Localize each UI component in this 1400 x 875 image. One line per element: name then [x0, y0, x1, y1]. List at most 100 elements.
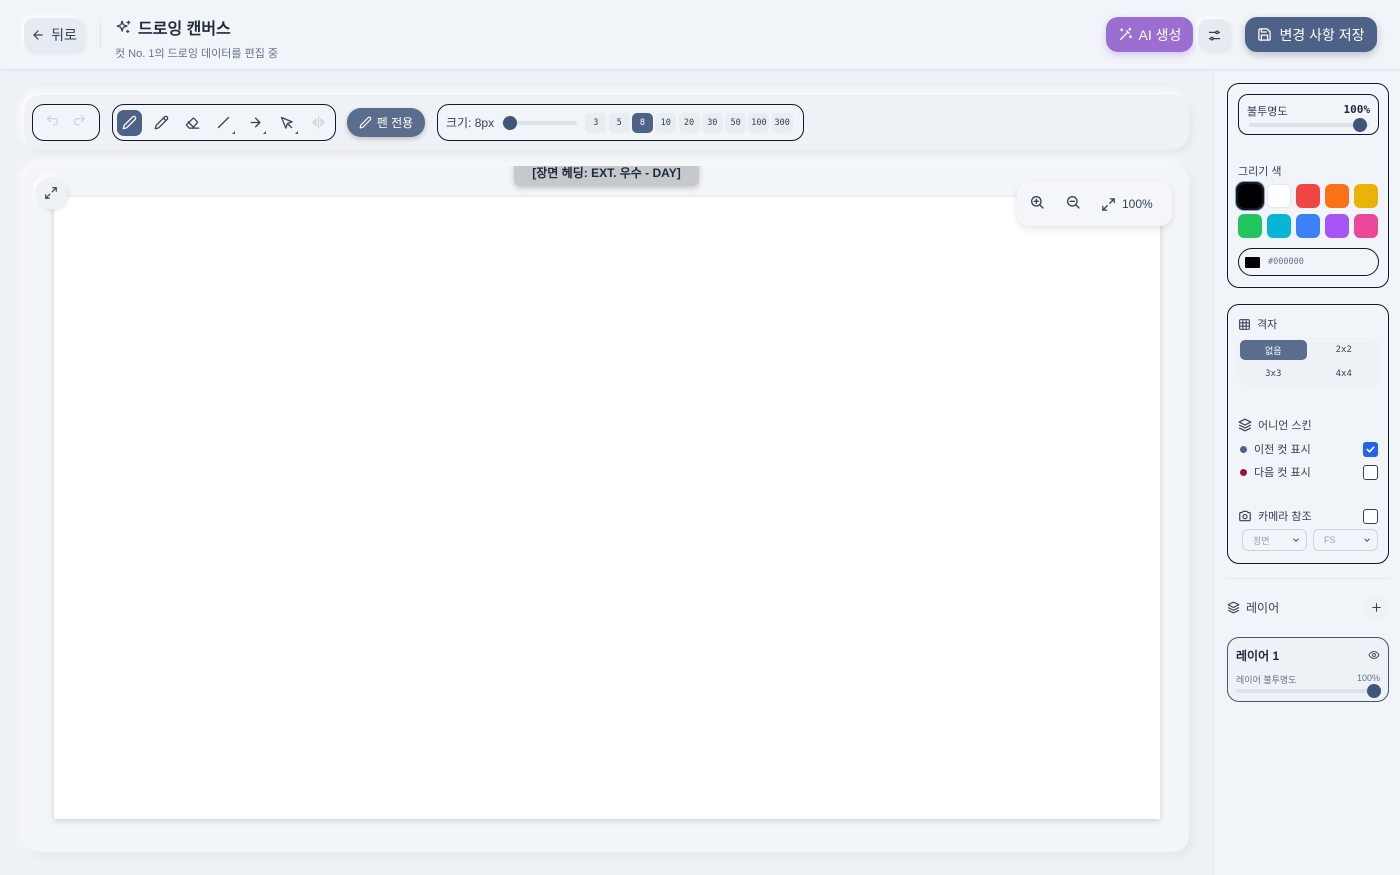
chevron-down-icon: [1293, 538, 1299, 542]
camera-icon: [1239, 510, 1251, 522]
color-swatches: [1236, 182, 1383, 238]
brush-size-option[interactable]: 50: [725, 112, 747, 133]
drawing-toolbar: 펜 전용 크기: 8px 3 5 8 10 20 30 50 100 300: [24, 95, 1189, 149]
camera-reference-row[interactable]: 카메라 참조: [1238, 508, 1378, 524]
zoom-out-button[interactable]: [1065, 194, 1081, 215]
opacity-slider[interactable]: [1249, 123, 1369, 127]
guides-panel: 격자 없음 2x2 3x3 4x4 어니언 스킨 이전 컷 표시 다음 컷 표시 카메…: [1227, 304, 1389, 564]
arrow-tool-button[interactable]: [243, 110, 268, 136]
color-swatch[interactable]: [1296, 184, 1320, 208]
undo-button[interactable]: [45, 113, 60, 133]
sparkles-icon: [116, 19, 131, 33]
prev-cut-checkbox[interactable]: [1363, 441, 1378, 457]
brush-size-option[interactable]: 100: [748, 112, 770, 133]
brush-size-option[interactable]: 300: [771, 112, 793, 133]
camera-reference-label: 카메라 참조: [1258, 511, 1312, 523]
brush-size-option[interactable]: 3: [585, 112, 607, 133]
prev-cut-dot: [1240, 445, 1247, 453]
opacity-label: 불투명도: [1247, 106, 1288, 118]
color-swatch[interactable]: [1267, 184, 1291, 208]
ai-generate-label: AI 생성: [1138, 26, 1182, 43]
prev-cut-row[interactable]: 이전 컷 표시: [1240, 441, 1378, 457]
color-swatch[interactable]: [1325, 184, 1349, 208]
next-cut-checkbox[interactable]: [1363, 464, 1378, 480]
select-tool-menu-indicator: [294, 130, 298, 134]
title-block: 드로잉 캔버스 컷 No. 1의 드로잉 데이터를 편집 중: [115, 15, 278, 61]
layer-item[interactable]: 레이어 1 레이어 불투명도 100%: [1227, 637, 1389, 702]
brush-size-option[interactable]: 30: [701, 112, 723, 133]
camera-angle-value: 정면: [1253, 535, 1270, 546]
brush-size-option[interactable]: 8: [631, 112, 653, 133]
layer-visibility-toggle[interactable]: [1368, 648, 1380, 666]
line-icon: [218, 116, 230, 129]
brush-size-option[interactable]: 5: [608, 112, 630, 133]
color-swatch[interactable]: [1354, 214, 1378, 238]
camera-angle-select[interactable]: 정면: [1242, 529, 1307, 551]
pen-only-button[interactable]: 펜 전용: [347, 108, 425, 137]
pen-tool-button[interactable]: [117, 109, 143, 136]
select-tool-button[interactable]: [274, 110, 299, 136]
fullscreen-button[interactable]: [35, 177, 67, 209]
page-subtitle: 컷 No. 1의 드로잉 데이터를 편집 중: [115, 48, 279, 60]
tool-group: [112, 104, 336, 141]
sliders-icon: [1208, 30, 1220, 40]
header-divider: [100, 22, 101, 48]
layer-opacity-label: 레이어 불투명도: [1236, 675, 1297, 685]
color-swatch[interactable]: [1325, 214, 1349, 238]
eraser-icon: [185, 117, 200, 129]
eraser-tool-button[interactable]: [180, 110, 205, 136]
color-swatch[interactable]: [1267, 214, 1291, 238]
color-swatch[interactable]: [1238, 214, 1262, 238]
flip-horizontal-icon: [311, 116, 325, 129]
line-tool-menu-indicator: [231, 130, 235, 134]
grid-option[interactable]: 없음: [1240, 340, 1307, 360]
grid-section-header: 격자: [1238, 316, 1277, 332]
pen-only-label: 펜 전용: [376, 116, 414, 130]
color-swatch[interactable]: [1354, 184, 1378, 208]
layer-opacity-slider[interactable]: [1236, 689, 1374, 693]
grid-option[interactable]: 4x4: [1311, 364, 1378, 384]
zoom-in-button[interactable]: [1029, 194, 1045, 215]
brush-size-option[interactable]: 20: [678, 112, 700, 133]
line-tool-button[interactable]: [211, 110, 236, 136]
brush-size-option[interactable]: 10: [655, 112, 677, 133]
save-changes-button[interactable]: 변경 사항 저장: [1245, 17, 1377, 52]
zoom-fit-button[interactable]: 100%: [1101, 197, 1153, 212]
arrow-right-icon: [250, 117, 261, 128]
camera-reference-checkbox[interactable]: [1363, 508, 1378, 524]
back-button-label: 뒤로: [51, 27, 77, 43]
zoom-out-icon: [1067, 195, 1080, 209]
redo-button[interactable]: [72, 113, 87, 133]
settings-button[interactable]: [1198, 19, 1230, 51]
opacity-slider-thumb[interactable]: [1353, 118, 1367, 132]
ai-generate-button[interactable]: AI 생성: [1106, 17, 1193, 52]
brush-size-presets: 3 5 8 10 20 30 50 100 300: [585, 112, 795, 133]
next-cut-row[interactable]: 다음 컷 표시: [1240, 464, 1378, 480]
back-button[interactable]: 뒤로: [24, 18, 84, 52]
drawing-canvas[interactable]: [54, 197, 1160, 819]
add-layer-button[interactable]: [1364, 595, 1388, 619]
grid-option[interactable]: 3x3: [1240, 364, 1307, 384]
sidebar-divider: [1227, 578, 1389, 579]
grid-option[interactable]: 2x2: [1311, 340, 1378, 360]
pen-only-icon: [359, 116, 372, 129]
flip-tool-button[interactable]: [306, 110, 331, 136]
brush-size-label: 크기: 8px: [446, 116, 495, 130]
layers-label: 레이어: [1246, 601, 1280, 615]
grid-options: 없음 2x2 3x3 4x4: [1238, 338, 1379, 386]
layer-opacity-slider-thumb[interactable]: [1367, 684, 1381, 698]
color-swatch[interactable]: [1236, 182, 1264, 210]
pencil-tool-button[interactable]: [148, 110, 173, 136]
undo-icon: [46, 114, 59, 125]
canvas-area: [장면 헤딩: EXT. 우수 - DAY] 100%: [24, 166, 1189, 852]
color-swatch[interactable]: [1296, 214, 1320, 238]
brush-size-slider-thumb[interactable]: [502, 115, 517, 130]
pen-icon: [122, 115, 137, 130]
brush-size-slider[interactable]: [501, 115, 578, 130]
onion-skin-header: 어니언 스킨: [1238, 417, 1312, 433]
draw-color-label: 그리기 색: [1238, 166, 1282, 178]
page-title: 드로잉 캔버스: [138, 21, 231, 38]
hex-color-input[interactable]: #000000: [1238, 248, 1379, 276]
camera-shot-select[interactable]: FS: [1313, 529, 1378, 551]
eye-icon: [1368, 650, 1380, 660]
